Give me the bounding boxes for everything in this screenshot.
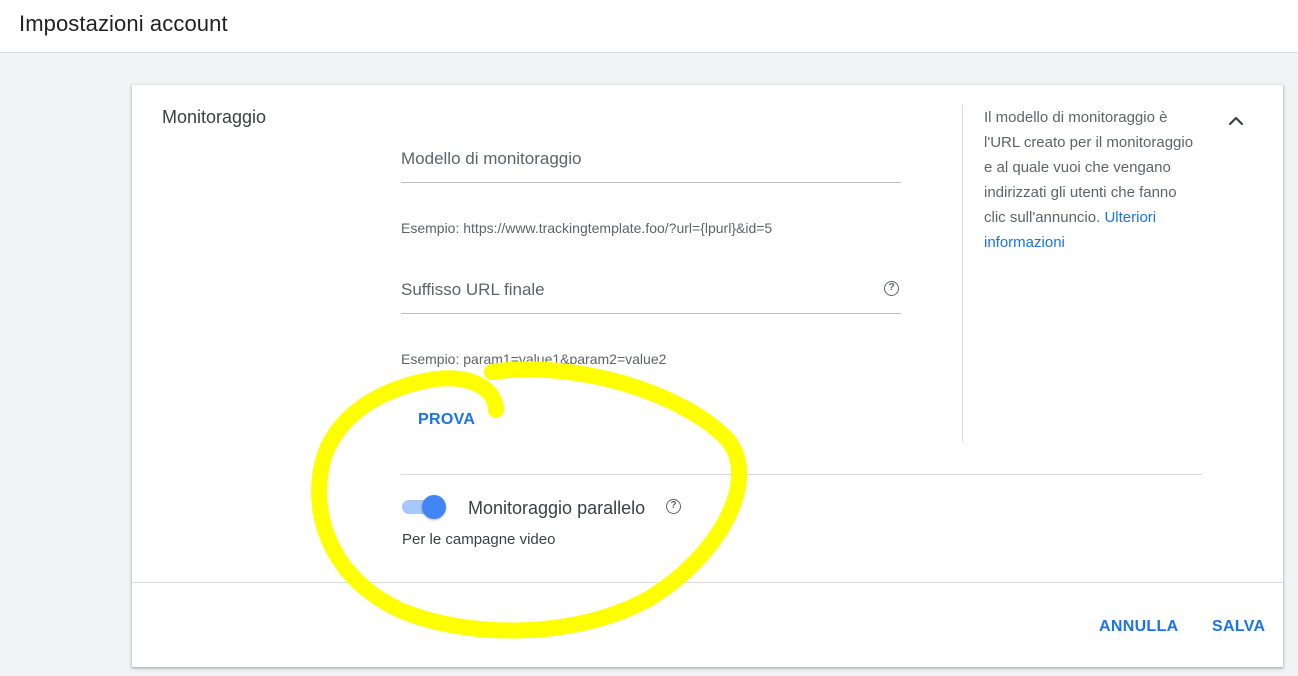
final-url-suffix-example: Esempio: param1=value1&param2=value2	[401, 351, 667, 367]
tracking-template-input[interactable]	[401, 139, 861, 179]
tracking-template-field[interactable]	[401, 139, 901, 183]
footer-divider	[132, 582, 1283, 583]
parallel-tracking-label: Monitoraggio parallelo	[468, 498, 646, 518]
parallel-tracking-help-icon[interactable]: ?	[666, 499, 681, 514]
chevron-up-icon	[1228, 116, 1244, 126]
parallel-tracking-toggle[interactable]	[402, 494, 448, 520]
cancel-button[interactable]: ANNULLA	[1099, 618, 1178, 636]
page-header: Impostazioni account	[0, 0, 1298, 53]
final-url-suffix-field[interactable]: ?	[401, 270, 901, 314]
side-info-text: Il modello di monitoraggio è l'URL creat…	[984, 109, 1194, 226]
tracking-settings-card: Monitoraggio Esempio: https://www.tracki…	[132, 85, 1283, 667]
side-info: Il modello di monitoraggio è l'URL creat…	[984, 105, 1196, 255]
save-button[interactable]: SALVA	[1212, 618, 1265, 636]
toggle-thumb	[422, 495, 446, 519]
tracking-template-example: Esempio: https://www.trackingtemplate.fo…	[401, 220, 773, 236]
parallel-tracking-sublabel: Per le campagne video	[402, 531, 556, 548]
section-divider	[401, 474, 1202, 475]
final-url-suffix-input[interactable]	[401, 270, 861, 310]
collapse-button[interactable]	[1224, 109, 1248, 131]
vertical-divider	[962, 105, 963, 442]
section-title: Monitoraggio	[162, 107, 267, 127]
page-title: Impostazioni account	[19, 11, 228, 36]
test-button[interactable]: PROVA	[418, 411, 475, 429]
final-url-suffix-help-icon[interactable]: ?	[884, 281, 899, 296]
